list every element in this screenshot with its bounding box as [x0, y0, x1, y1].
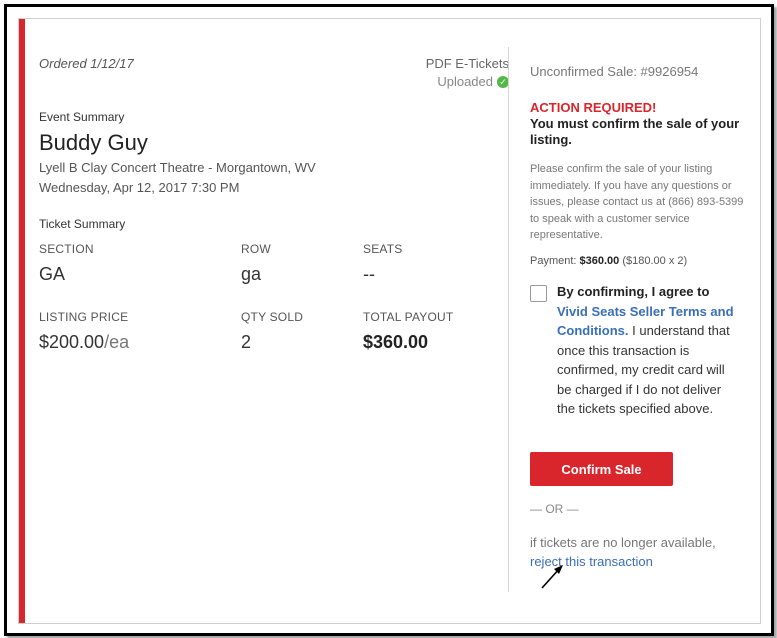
total-payout-label: TOTAL PAYOUT [363, 310, 454, 324]
confirmation-sidebar: Unconfirmed Sale: #9926954 ACTION REQUIR… [509, 19, 759, 623]
must-confirm-message: You must confirm the sale of your listin… [530, 116, 740, 147]
qty-sold-label: QTY SOLD [241, 310, 304, 324]
annotation-arrow-icon [541, 565, 563, 589]
confirm-sale-button[interactable]: Confirm Sale [530, 452, 673, 486]
agree-terms-checkbox[interactable] [530, 285, 547, 302]
uploaded-label: Uploaded [437, 74, 493, 89]
screenshot-frame: Ordered 1/12/17 PDF E-Tickets Uploaded ✓… [4, 4, 774, 636]
event-summary-heading: Event Summary [39, 110, 125, 124]
listing-price-unit: /ea [104, 332, 130, 352]
payment-summary: Payment: $360.00 ($180.00 x 2) [530, 255, 687, 267]
listing-price: $200.00/ea [39, 332, 129, 353]
total-payout-value: $360.00 [363, 332, 429, 352]
qty-sold-value: 2 [241, 332, 252, 352]
action-required-label: ACTION REQUIRED! [530, 100, 657, 115]
ticket-summary-heading: Ticket Summary [39, 217, 126, 231]
section-value: GA [39, 264, 66, 284]
row-label: ROW [241, 242, 271, 256]
listing-price-value: $200.00 [39, 332, 105, 352]
or-separator: — OR — [530, 502, 579, 516]
order-details-panel: Ordered 1/12/17 PDF E-Tickets Uploaded ✓… [25, 19, 509, 623]
ordered-date: Ordered 1/12/17 [39, 56, 134, 71]
order-card: Ordered 1/12/17 PDF E-Tickets Uploaded ✓… [18, 18, 761, 624]
payment-breakdown: ($180.00 x 2) [622, 255, 688, 267]
payment-amount: $360.00 [579, 255, 620, 267]
unconfirmed-sale-id: Unconfirmed Sale: #9926954 [530, 64, 699, 79]
seats-label: SEATS [363, 242, 403, 256]
upload-status: Uploaded ✓ [437, 74, 509, 89]
row-value: ga [241, 264, 262, 284]
no-longer-available-text: if tickets are no longer available, [530, 535, 716, 550]
event-name: Buddy Guy [39, 130, 148, 155]
agree-bold-text: By confirming, I agree to [557, 284, 710, 299]
agree-terms-text: By confirming, I agree to Vivid Seats Se… [557, 282, 742, 419]
event-date: Wednesday, Apr 12, 2017 7:30 PM [39, 180, 240, 195]
section-label: SECTION [39, 242, 94, 256]
event-venue: Lyell B Clay Concert Theatre - Morgantow… [39, 160, 316, 175]
ticket-type: PDF E-Tickets [425, 56, 509, 71]
listing-price-label: LISTING PRICE [39, 310, 129, 324]
confirm-instructions: Please confirm the sale of your listing … [530, 163, 744, 241]
payment-label: Payment: [530, 255, 577, 267]
seats-value: -- [363, 264, 375, 284]
